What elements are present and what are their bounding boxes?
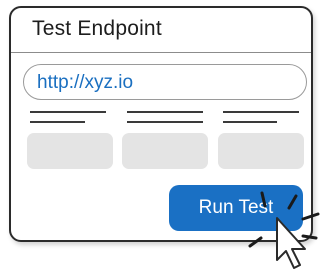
placeholder-line <box>223 121 277 123</box>
test-endpoint-card: Test Endpoint http://xyz.io Run Test <box>9 6 313 242</box>
run-test-button[interactable]: Run Test <box>169 185 303 231</box>
placeholder-tile <box>218 133 304 169</box>
placeholder-line <box>127 121 203 123</box>
url-input[interactable]: http://xyz.io <box>23 64 307 100</box>
card-title: Test Endpoint <box>32 17 162 40</box>
placeholder-line <box>30 111 106 113</box>
placeholder-line <box>223 111 299 113</box>
placeholder-tile <box>122 133 208 169</box>
placeholder-line <box>127 111 203 113</box>
placeholder-line <box>30 121 85 123</box>
stage: Test Endpoint http://xyz.io Run Test <box>0 0 323 273</box>
placeholder-tile <box>27 133 113 169</box>
url-input-value: http://xyz.io <box>37 72 134 93</box>
card-header: Test Endpoint <box>11 8 311 53</box>
